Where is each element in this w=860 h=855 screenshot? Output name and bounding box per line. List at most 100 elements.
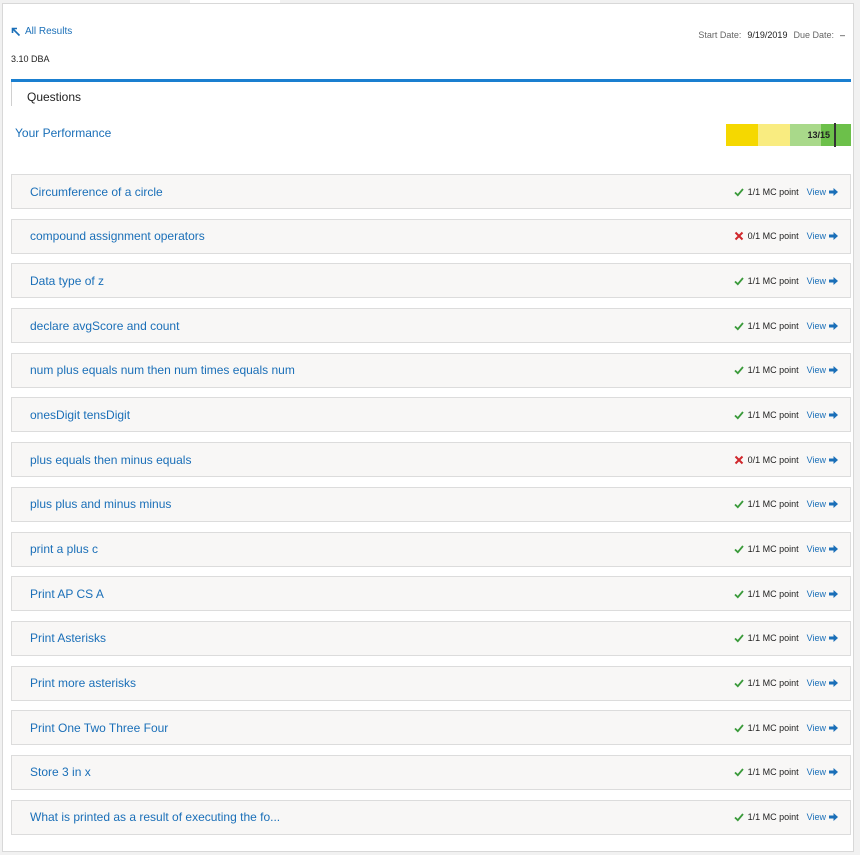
question-row[interactable]: Print Asterisks 1/1 MC point View [11,620,851,656]
view-link[interactable]: View [807,410,838,420]
question-meta: 1/1 MC point View [733,354,838,387]
question-title[interactable]: num plus equals num then num times equal… [30,363,295,377]
question-list: Circumference of a circle 1/1 MC point Vie… [11,174,851,844]
question-meta: 1/1 MC point View [733,264,838,297]
question-row[interactable]: Store 3 in x 1/1 MC point View [11,754,851,790]
view-label: View [806,409,826,420]
arrow-right-icon [829,500,838,509]
performance-score: 13/15 [807,130,830,140]
question-row[interactable]: plus plus and minus minus 1/1 MC point Vie… [11,486,851,522]
question-meta: 0/1 MC point View [734,443,838,476]
question-meta: 1/1 MC point View [733,711,838,744]
question-points: 1/1 MC point [747,767,799,778]
question-title[interactable]: What is printed as a result of executing… [30,810,280,824]
checkmark-icon [733,589,744,599]
question-row[interactable]: declare avgScore and count 1/1 MC point Vi… [11,308,851,344]
question-title[interactable]: plus equals then minus equals [30,453,191,467]
arrow-right-icon [829,321,838,330]
arrow-right-icon [829,410,838,419]
question-title[interactable]: Print more asterisks [30,676,136,690]
view-link[interactable]: View [807,678,838,688]
question-title[interactable]: plus plus and minus minus [30,497,171,511]
question-points: 1/1 MC point [747,633,799,644]
checkmark-icon [733,678,744,688]
arrow-right-icon [829,768,838,777]
results-panel: All Results Start Date: 9/19/2019 Due Da… [2,3,854,852]
view-link[interactable]: View [807,321,838,331]
view-link[interactable]: View [807,455,838,465]
question-meta: 1/1 MC point View [733,175,838,208]
question-title[interactable]: compound assignment operators [30,229,205,243]
view-link[interactable]: View [807,499,838,509]
due-date-value: – [839,30,845,40]
question-row[interactable]: print a plus c 1/1 MC point View [11,531,851,567]
question-row[interactable]: Print more asterisks 1/1 MC point View [11,665,851,701]
question-row[interactable]: Print One Two Three Four 1/1 MC point View [11,710,851,746]
question-points: 1/1 MC point [747,812,799,823]
question-points: 1/1 MC point [747,275,799,286]
checkmark-icon [733,767,744,777]
view-label: View [806,767,826,778]
x-mark-icon [734,455,744,465]
question-row[interactable]: onesDigit tensDigit 1/1 MC point View [11,397,851,433]
question-points: 1/1 MC point [747,365,799,376]
arrow-right-icon [829,232,838,241]
arrow-right-icon [829,813,838,822]
question-row[interactable]: plus equals then minus equals 0/1 MC poin… [11,442,851,478]
view-label: View [806,231,826,242]
question-row[interactable]: num plus equals num then num times equal… [11,352,851,388]
checkmark-icon [733,187,744,197]
checkmark-icon [733,410,744,420]
checkmark-icon [733,321,744,331]
all-results-link[interactable]: All Results [11,26,72,37]
start-date-label: Start Date: [698,30,742,40]
question-points: 1/1 MC point [747,588,799,599]
question-row[interactable]: Circumference of a circle 1/1 MC point Vie… [11,174,851,209]
checkmark-icon [733,723,744,733]
question-points: 1/1 MC point [747,544,799,554]
question-title[interactable]: Data type of z [30,274,104,288]
view-label: View [806,544,826,554]
question-title[interactable]: declare avgScore and count [30,319,179,333]
checkmark-icon [733,365,744,375]
view-label: View [806,812,826,823]
view-link[interactable]: View [807,812,838,822]
view-label: View [806,722,826,733]
arrow-right-icon [829,679,838,688]
view-link[interactable]: View [807,365,838,375]
question-title[interactable]: Circumference of a circle [30,185,163,199]
x-mark-icon [734,231,744,241]
question-row[interactable]: compound assignment operators 0/1 MC poin… [11,218,851,254]
question-title[interactable]: Store 3 in x [30,765,91,779]
view-link[interactable]: View [807,231,838,241]
view-label: View [806,454,826,465]
view-link[interactable]: View [807,723,838,733]
arrow-right-icon [829,366,838,375]
question-row[interactable]: Print AP CS A 1/1 MC point View [11,576,851,612]
question-title[interactable]: print a plus c [30,542,98,556]
view-link[interactable]: View [807,633,838,643]
start-date-value: 9/19/2019 [747,30,788,40]
question-points: 0/1 MC point [747,454,799,465]
view-link[interactable]: View [807,589,838,599]
question-title[interactable]: Print AP CS A [30,587,104,601]
arrow-right-icon [829,589,838,598]
view-link[interactable]: View [807,767,838,777]
question-row[interactable]: Data type of z 1/1 MC point View [11,263,851,299]
question-points: 1/1 MC point [747,320,799,331]
question-meta: 1/1 MC point View [733,622,838,655]
view-link[interactable]: View [807,276,838,286]
view-label: View [806,186,826,197]
question-meta: 1/1 MC point View [733,577,838,610]
question-meta: 0/1 MC point View [734,220,838,253]
question-title[interactable]: Print Asterisks [30,631,106,645]
question-title[interactable]: onesDigit tensDigit [30,408,130,422]
question-row[interactable]: What is printed as a result of executing… [11,799,851,835]
tab-questions[interactable]: Questions [11,82,101,106]
view-link[interactable]: View [807,544,838,554]
view-link[interactable]: View [807,187,838,197]
due-date-label: Due Date: [793,30,834,40]
question-title[interactable]: Print One Two Three Four [30,721,168,735]
assignment-dates: Start Date: 9/19/2019 Due Date: – [698,30,845,40]
question-points: 1/1 MC point [747,186,799,197]
